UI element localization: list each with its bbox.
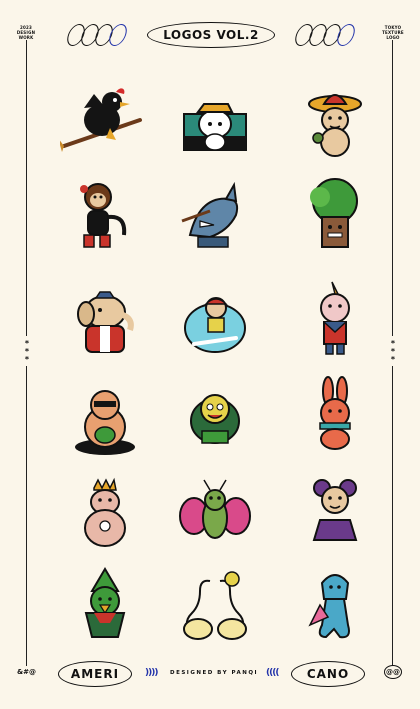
butterfly-bug-logo[interactable] [170,470,260,560]
right-frame-line-lower [392,366,393,666]
left-corner-note: 2023 DESIGN WORK [16,25,36,40]
yellow-peacock-logo[interactable] [170,375,260,465]
right-footer-brackets: (((( [266,668,279,678]
right-frame-line [392,40,393,336]
right-footer-pill: CANO [291,661,365,687]
left-frame-line-lower [26,366,27,666]
left-side-stars: * * * [24,339,30,364]
unicorn-pig-logo[interactable] [290,280,380,370]
witch-rooster-on-broom-logo[interactable] [58,80,150,170]
right-oval-decoration [292,24,358,48]
tree-monster-logo[interactable] [290,175,380,265]
right-side-stars: * * * [390,339,396,364]
page-title: LOGOS VOL.2 [147,22,275,48]
cool-cat-with-glasses-logo[interactable] [60,375,150,465]
right-footer-mark: @@ [384,665,402,679]
right-corner-note: TOKYO TEXTURE LOGO [382,25,404,40]
left-oval-decoration [64,24,130,48]
left-footer-brackets: )))) [145,668,158,678]
swan-love-logo[interactable] [170,565,260,655]
designed-by-credit: DESIGNED BY PANQI [170,670,259,676]
left-footer-pill: AMERI [58,661,132,687]
shark-mechanic-logo[interactable] [170,175,260,265]
purple-mouse-logo[interactable] [290,470,380,560]
scarf-rabbit-logo[interactable] [290,375,380,465]
left-frame-line [26,40,27,336]
sombrero-bear-logo[interactable] [290,80,380,170]
cat-with-hat-badge-logo[interactable] [170,80,260,170]
elephant-in-suit-logo[interactable] [60,280,150,370]
blue-mermaid-logo[interactable] [290,565,380,655]
green-bird-wizard-logo[interactable] [60,565,150,655]
crowned-hippo-logo[interactable] [60,470,150,560]
left-footer-mark: &#@ [17,668,36,676]
monkey-calling-logo[interactable] [60,175,150,265]
skateboard-kid-logo[interactable] [170,280,260,370]
